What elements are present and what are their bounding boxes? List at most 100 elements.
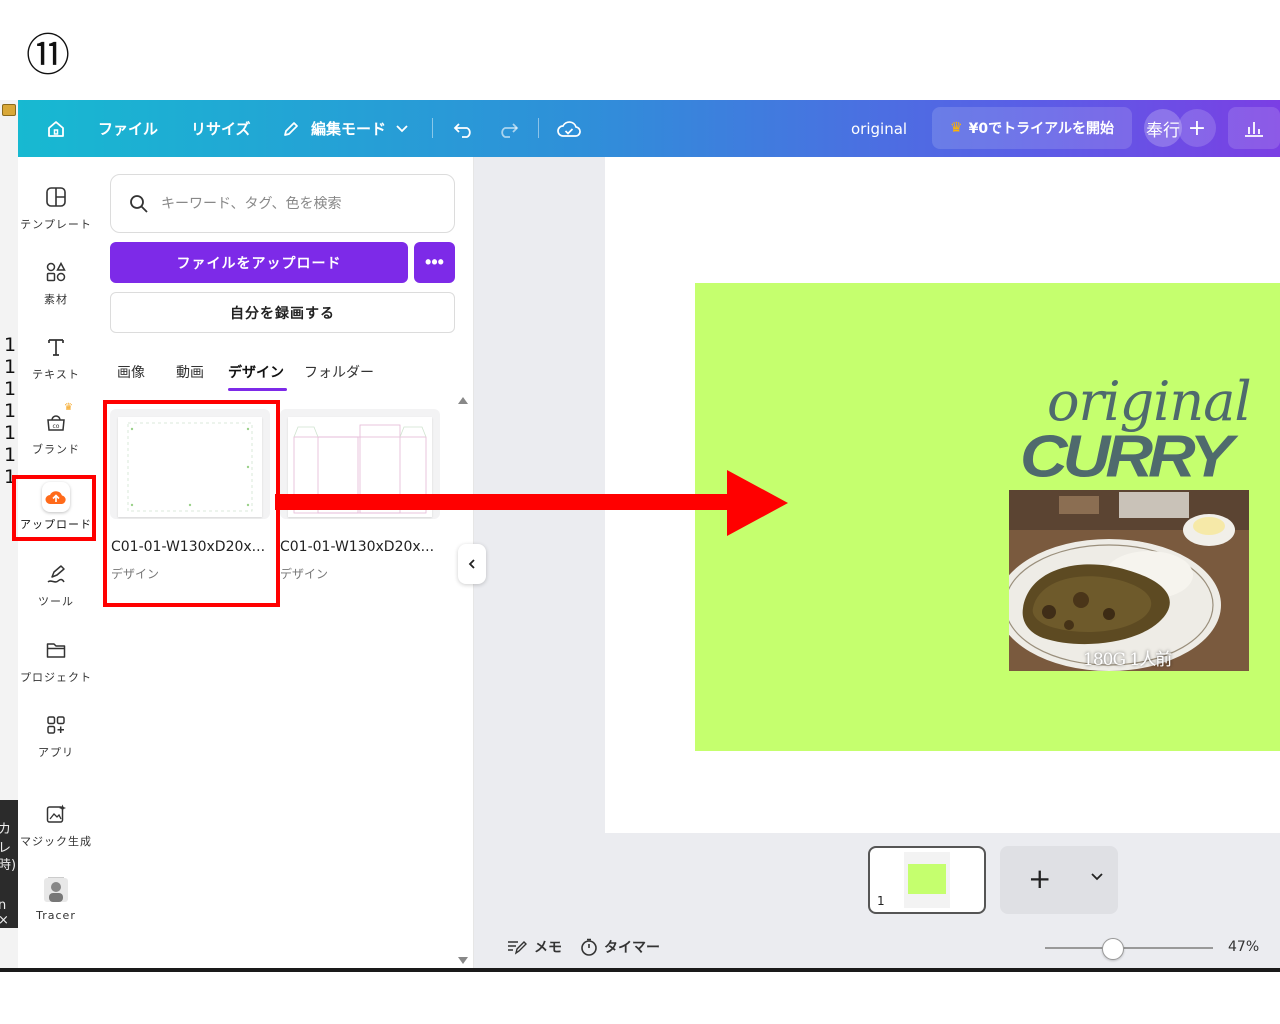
rail-label: 素材 (44, 293, 68, 306)
cloud-check-icon[interactable] (556, 100, 582, 157)
elements-icon (42, 258, 70, 286)
design-file-name[interactable]: C01-01-W130xD20x... (280, 539, 440, 555)
notes-button[interactable]: メモ (506, 937, 562, 957)
add-page-button[interactable]: + (1000, 846, 1118, 914)
draw-icon (42, 560, 70, 588)
text-icon (42, 333, 70, 361)
search-input[interactable] (161, 195, 441, 212)
svg-text:co: co (53, 423, 60, 430)
red-arrow-annotation (275, 470, 788, 536)
rail-label: Tracer (36, 909, 76, 922)
brand-icon: co ♛ (42, 402, 73, 436)
search-box[interactable] (110, 174, 455, 233)
background-number: 1 (4, 356, 17, 378)
upload-files-button[interactable]: ファイルをアップロード (110, 242, 408, 283)
notes-label: メモ (534, 940, 562, 956)
file-menu[interactable]: ファイル (98, 100, 158, 157)
apps-icon (42, 711, 70, 739)
tab-images[interactable]: 画像 (117, 362, 145, 382)
rail-item-projects[interactable]: プロジェクト (18, 630, 94, 700)
design-file-type: デザイン (280, 567, 329, 581)
crown-icon: ♛ (64, 402, 73, 413)
rail-label: テキスト (32, 368, 80, 381)
design-caption[interactable]: 180G 1人前 (1083, 645, 1172, 670)
rail-label: プロジェクト (20, 671, 92, 684)
chevron-left-icon (468, 559, 475, 569)
page-thumbnail[interactable]: 1 (868, 846, 986, 914)
tab-folders[interactable]: フォルダー (304, 362, 374, 382)
document-title[interactable]: original (851, 100, 907, 157)
tracer-avatar (42, 876, 70, 904)
start-trial-button[interactable]: ♛ ¥0でトライアルを開始 (932, 107, 1132, 149)
rail-item-elements[interactable]: 素材 (18, 252, 94, 322)
timer-label: タイマー (604, 940, 660, 956)
page-thumbnail-design (908, 864, 946, 894)
rail-item-templates[interactable]: テンプレート (18, 177, 94, 247)
curry-photo[interactable] (1009, 490, 1249, 671)
toolbar-divider (432, 118, 433, 138)
toolbar-divider (538, 118, 539, 138)
redo-icon[interactable] (496, 100, 520, 157)
analytics-icon (1245, 122, 1263, 137)
home-icon[interactable] (44, 100, 68, 157)
page-number: 1 (877, 894, 885, 908)
zoom-level[interactable]: 47% (1228, 939, 1259, 955)
magic-icon (42, 800, 70, 828)
folder-icon (42, 636, 70, 664)
search-icon (130, 194, 148, 213)
collapse-panel-button[interactable] (458, 544, 486, 584)
tab-videos[interactable]: 動画 (176, 362, 204, 382)
rail-item-brand[interactable]: co ♛ ブランド (18, 402, 94, 472)
notes-icon (508, 941, 527, 955)
background-number: 1 (4, 444, 17, 466)
record-yourself-button[interactable]: 自分を録画する (110, 292, 455, 333)
rail-label: ツール (38, 595, 74, 608)
active-tab-indicator (228, 388, 287, 391)
zoom-slider-track[interactable] (1045, 947, 1213, 949)
rail-label: テンプレート (20, 218, 92, 231)
zoom-slider-handle[interactable] (1102, 938, 1124, 960)
add-collaborator-button[interactable]: + (1178, 109, 1216, 147)
scroll-down-arrow[interactable] (458, 957, 468, 964)
upload-more-options-button[interactable]: ••• (414, 242, 455, 283)
background-number: 1 (4, 334, 17, 356)
rail-label: マジック生成 (20, 835, 92, 848)
side-navigation: テンプレート 素材 テキスト co ♛ ブランド アップロード ツール プロジェ… (18, 157, 94, 968)
template-icon (42, 183, 70, 211)
rail-item-tracer[interactable]: Tracer (18, 870, 94, 940)
chevron-down-icon[interactable] (1090, 868, 1104, 886)
background-snippet: n × (0, 898, 9, 928)
user-avatar[interactable]: 奉行 (1144, 109, 1182, 147)
background-folder-icon (2, 104, 16, 116)
timer-icon (581, 938, 597, 956)
undo-icon[interactable] (452, 100, 476, 157)
rail-item-text[interactable]: テキスト (18, 327, 94, 397)
crown-icon: ♛ (950, 120, 963, 136)
chevron-down-icon[interactable] (394, 100, 410, 157)
screenshot-root: ⑪ 1 1 1 1 1 1 1 カレ 時) n × ファイル リサイズ 編集モー… (0, 0, 1280, 1024)
background-snippet: 時) (0, 858, 17, 873)
top-toolbar: ファイル リサイズ 編集モード original ♛ ¥0でトライアルを開始 奉… (18, 100, 1280, 157)
window-bottom-edge (0, 968, 1280, 972)
start-trial-label: ¥0でトライアルを開始 (968, 121, 1114, 137)
design-script-title[interactable]: original (1047, 375, 1252, 429)
rail-label: アプリ (38, 746, 74, 759)
rail-item-draw[interactable]: ツール (18, 554, 94, 624)
edit-mode-menu[interactable]: 編集モード (311, 100, 386, 157)
background-terminal: カレ 時) n × (0, 800, 18, 928)
design-bold-title[interactable]: CURRY (1020, 426, 1233, 485)
highlight-design-file (103, 400, 280, 607)
timer-button[interactable]: タイマー (580, 937, 660, 957)
rail-label: ブランド (32, 443, 80, 456)
rail-item-apps[interactable]: アプリ (18, 705, 94, 775)
step-label: ⑪ (26, 30, 70, 81)
resize-menu[interactable]: リサイズ (191, 100, 251, 157)
rail-item-magic[interactable]: マジック生成 (18, 794, 94, 864)
analytics-button[interactable] (1228, 107, 1280, 149)
pencil-icon (280, 100, 302, 157)
tab-designs[interactable]: デザイン (228, 362, 284, 382)
background-number: 1 (4, 422, 17, 444)
background-number: 1 (4, 378, 17, 400)
scroll-up-arrow[interactable] (458, 397, 468, 404)
page-navigator: 1 + メモ タイマー 47% (474, 833, 1280, 968)
